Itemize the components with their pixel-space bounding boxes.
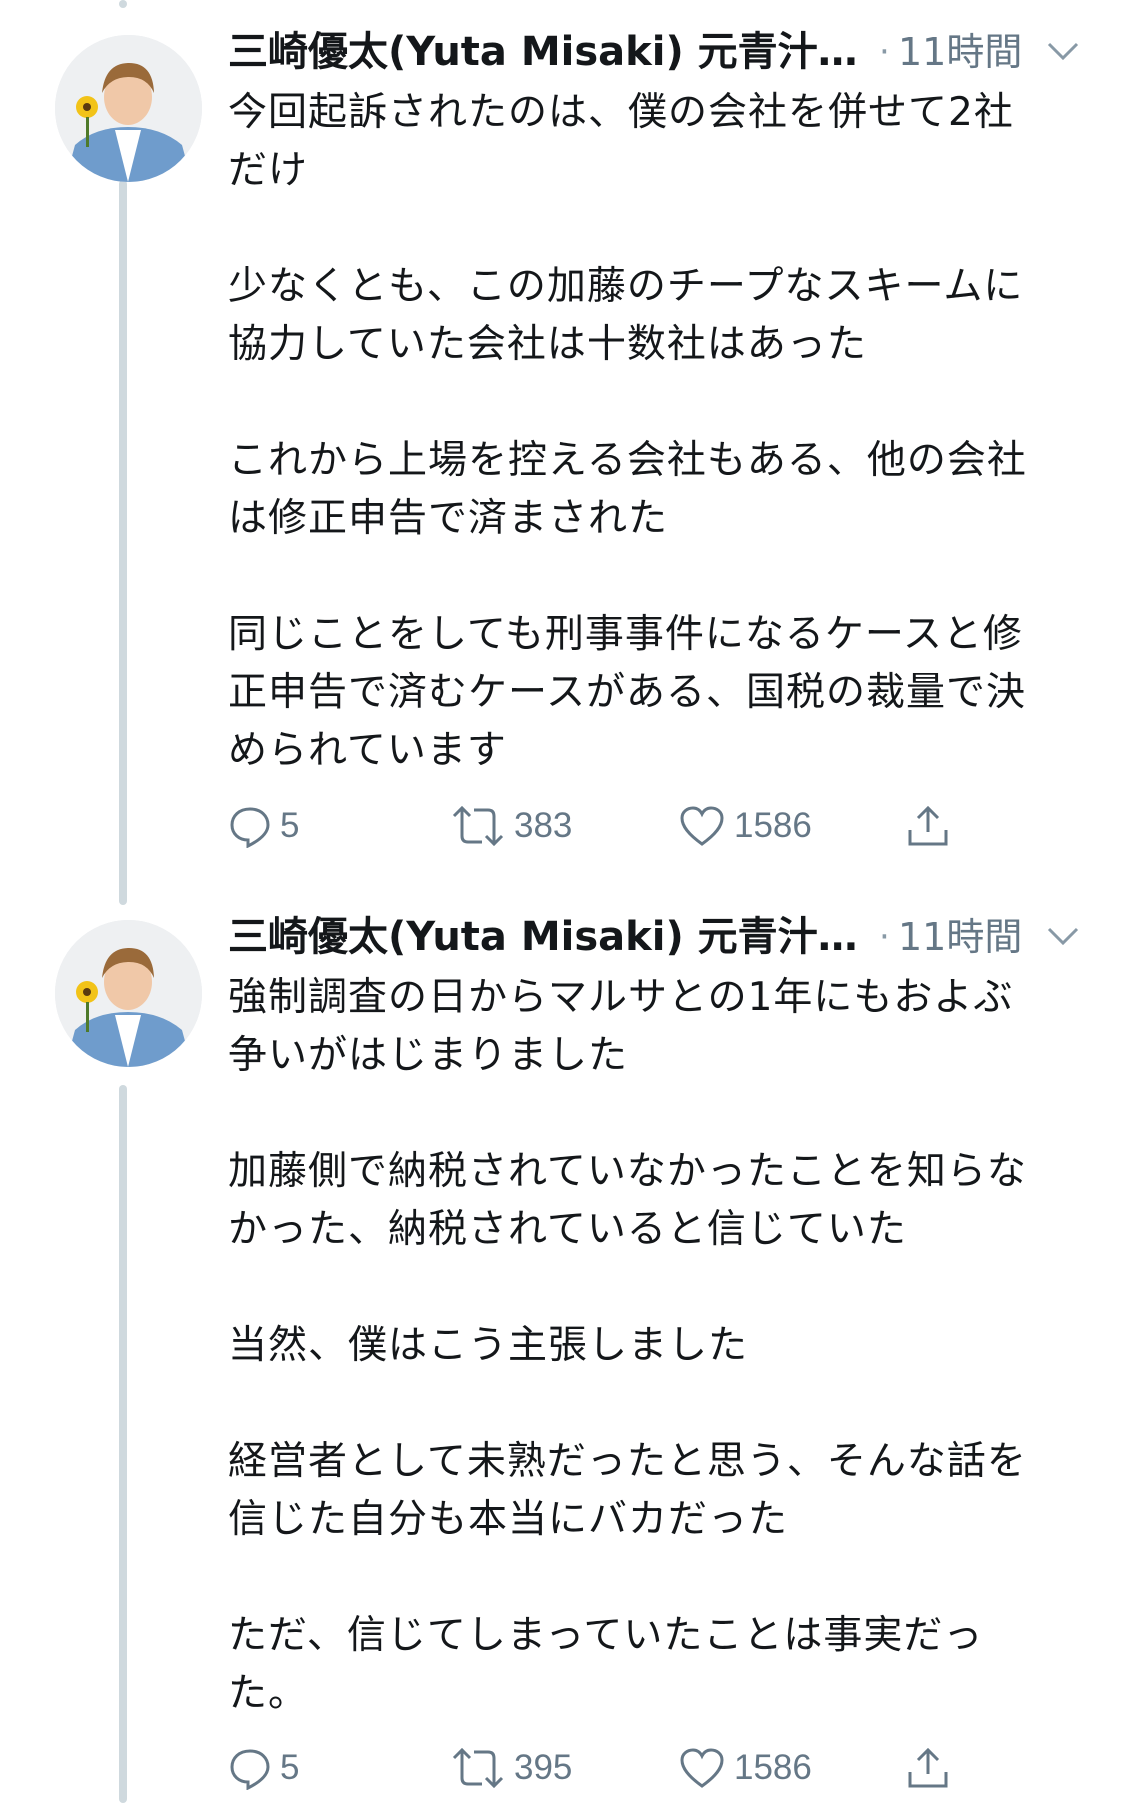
tweet-paragraph: 当然、僕はこう主張しました [228, 1323, 749, 1368]
tweet[interactable]: 三崎優太(Yuta Misaki) 元青汁… · 11時間 今回起訴されたのは、… [0, 0, 1125, 900]
reply-icon [230, 1749, 270, 1790]
retweet-icon [452, 1747, 504, 1789]
tweet-actions: 5 395 1586 [228, 1738, 1078, 1798]
tweet-text: 今回起訴されたのは、僕の会社を併せて2社 だけ 少なくとも、この加藤のチープなス… [228, 84, 1088, 780]
separator-dot: · [879, 32, 890, 72]
author-name[interactable]: 三崎優太(Yuta Misaki) 元青汁… [228, 907, 858, 967]
tweet-paragraph: 加藤側で納税されていなかったことを知らな かった、納税されていると信じていた [228, 1149, 1027, 1252]
retweet-button[interactable]: 395 [450, 1738, 572, 1798]
timestamp[interactable]: 11時間 [898, 22, 1022, 82]
author-name[interactable]: 三崎優太(Yuta Misaki) 元青汁… [228, 22, 858, 82]
reply-button[interactable]: 5 [228, 1738, 299, 1798]
tweet-paragraph: 同じことをしても刑事事件になるケースと修 正申告で済むケースがある、国税の裁量で… [228, 612, 1027, 773]
tweet-paragraph: 強制調査の日からマルサとの1年にもおよぶ 争いがはじまりました [228, 975, 1014, 1078]
tweet-header: 三崎優太(Yuta Misaki) 元青汁… · 11時間 [228, 907, 1088, 967]
tweet-paragraph: これから上場を控える会社もある、他の会社 は修正申告で済まされた [228, 438, 1027, 541]
like-icon [680, 806, 724, 846]
reply-icon [230, 807, 270, 848]
tweet-paragraph: 少なくとも、この加藤のチープなスキームに 協力していた会社は十数社はあった [228, 264, 1024, 367]
share-icon [908, 1747, 948, 1788]
retweet-count: 395 [514, 1748, 573, 1787]
thread-line-2 [119, 1085, 127, 1803]
share-button[interactable] [904, 796, 952, 856]
retweet-icon [452, 805, 504, 847]
tweet-header: 三崎優太(Yuta Misaki) 元青汁… · 11時間 [228, 22, 1088, 82]
chevron-down-icon[interactable] [1043, 921, 1083, 951]
tweet-text: 強制調査の日からマルサとの1年にもおよぶ 争いがはじまりました 加藤側で納税され… [228, 969, 1088, 1723]
avatar[interactable] [55, 920, 202, 1067]
chevron-down-icon[interactable] [1043, 36, 1083, 66]
like-button[interactable]: 1586 [678, 796, 812, 856]
tweet-paragraph: ただ、信じてしまっていたことは事実だっ た。 [228, 1613, 984, 1716]
retweet-button[interactable]: 383 [450, 796, 572, 856]
avatar[interactable] [55, 35, 202, 182]
like-button[interactable]: 1586 [678, 1738, 812, 1798]
reply-button[interactable]: 5 [228, 796, 299, 856]
like-count: 1586 [734, 1748, 812, 1787]
share-button[interactable] [904, 1738, 952, 1798]
tweet-actions: 5 383 1586 [228, 796, 1078, 856]
like-count: 1586 [734, 806, 812, 845]
separator-dot: · [879, 917, 890, 957]
like-icon [680, 1748, 724, 1788]
tweet-paragraph: 経営者として未熟だったと思う、そんな話を 信じた自分も本当にバカだった [228, 1439, 1027, 1542]
reply-count: 5 [280, 806, 300, 845]
reply-count: 5 [280, 1748, 300, 1787]
timestamp[interactable]: 11時間 [898, 907, 1022, 967]
retweet-count: 383 [514, 806, 573, 845]
share-icon [908, 805, 948, 846]
tweet-paragraph: 今回起訴されたのは、僕の会社を併せて2社 だけ [228, 90, 1014, 193]
